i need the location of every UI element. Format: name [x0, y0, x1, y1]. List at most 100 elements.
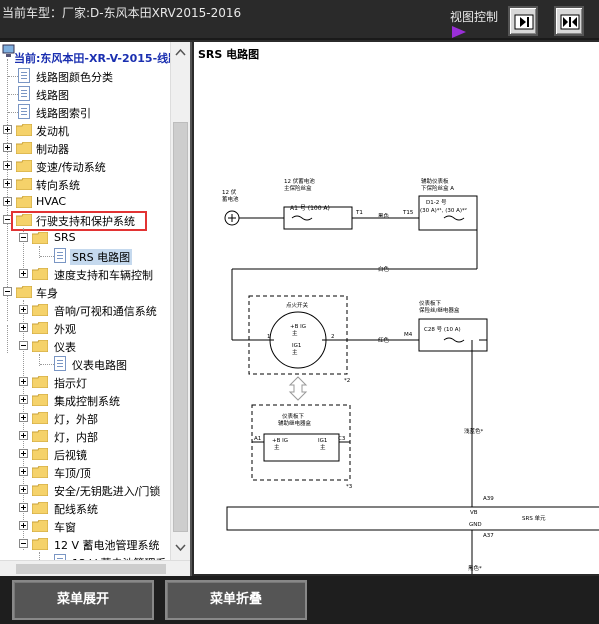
split-view-button[interactable] — [554, 6, 584, 36]
expand-icon[interactable] — [19, 503, 28, 512]
svg-text:红色: 红色 — [378, 336, 390, 344]
document-icon — [54, 356, 66, 371]
svg-text:1: 1 — [267, 334, 271, 340]
tree-item-gauge-diagram[interactable]: 仪表电路图 — [0, 355, 170, 373]
expand-right-button[interactable] — [508, 6, 538, 36]
tree-item-mirrors[interactable]: 后视镜 — [0, 445, 170, 463]
svg-text:+B IG: +B IG — [290, 324, 306, 330]
svg-text:C3: C3 — [338, 436, 346, 442]
folder-open-icon — [16, 286, 32, 298]
horizontal-scroll-thumb[interactable] — [16, 564, 166, 574]
tree-item-wiring-index[interactable]: 线路图索引 — [0, 103, 170, 121]
expand-icon[interactable] — [19, 521, 28, 530]
expand-icon[interactable] — [3, 179, 12, 188]
svg-text:A37: A37 — [483, 533, 494, 539]
collapse-icon[interactable] — [3, 287, 12, 296]
window-title: 当前车型：厂家:D-东风本田XRV2015-2016 — [2, 6, 242, 20]
svg-text:辅助继电器盒: 辅助继电器盒 — [278, 419, 312, 427]
scroll-up-button[interactable] — [172, 44, 189, 61]
tree-item-windows[interactable]: 车窗 — [0, 517, 170, 535]
svg-text:主: 主 — [274, 443, 280, 451]
tree-item-indicators[interactable]: 指示灯 — [0, 373, 170, 391]
svg-text:A1 号 (100 A): A1 号 (100 A) — [290, 205, 330, 212]
tree-item-gauges[interactable]: 仪表 — [0, 337, 170, 355]
highlight-box — [11, 211, 147, 231]
svg-text:SRS 单元: SRS 单元 — [522, 514, 546, 522]
horizontal-scrollbar[interactable] — [0, 560, 190, 576]
expand-menu-button[interactable]: 菜单展开 — [12, 580, 154, 620]
tree-item-color-category[interactable]: 线路图颜色分类 — [0, 67, 170, 85]
expand-icon[interactable] — [19, 269, 28, 278]
expand-icon[interactable] — [3, 143, 12, 152]
svg-text:黑色*: 黑色* — [468, 564, 482, 572]
folder-icon — [32, 520, 48, 532]
svg-text:主: 主 — [320, 443, 326, 451]
svg-text:12 伏蓄电池: 12 伏蓄电池 — [284, 177, 315, 185]
tree-item-integrated-control[interactable]: 集成控制系统 — [0, 391, 170, 409]
folder-icon — [32, 484, 48, 496]
tree-item-interior-lights[interactable]: 灯，内部 — [0, 427, 170, 445]
collapse-icon[interactable] — [19, 233, 28, 242]
collapse-menu-button[interactable]: 菜单折叠 — [165, 580, 307, 620]
svg-text:黑色: 黑色 — [378, 212, 390, 220]
tree-item-srs-diagram[interactable]: SRS 电路图 — [0, 247, 170, 265]
folder-icon — [16, 178, 32, 190]
svg-text:(30 A)*¹, (30 A)*²: (30 A)*¹, (30 A)*² — [420, 207, 467, 214]
expand-icon[interactable] — [19, 467, 28, 476]
expand-icon[interactable] — [19, 413, 28, 422]
scroll-thumb[interactable] — [173, 122, 188, 532]
tree-item-audio[interactable]: 音响/可视和通信系统 — [0, 301, 170, 319]
expand-icon[interactable] — [3, 161, 12, 170]
folder-icon — [16, 196, 32, 208]
tree-item-brakes[interactable]: 制动器 — [0, 139, 170, 157]
folder-icon — [32, 268, 48, 280]
vertical-scrollbar[interactable] — [170, 42, 190, 576]
tree-item-hvac[interactable]: HVAC — [0, 193, 170, 211]
tree-item-transmission[interactable]: 变速/传动系统 — [0, 157, 170, 175]
collapse-icon[interactable] — [19, 539, 28, 548]
folder-icon — [16, 142, 32, 154]
expand-icon[interactable] — [19, 485, 28, 494]
scroll-down-button[interactable] — [172, 539, 189, 556]
tree-item-speed-support[interactable]: 速度支持和车辆控制 — [0, 265, 170, 283]
tree-item-exterior-lights[interactable]: 灯，外部 — [0, 409, 170, 427]
expand-icon[interactable] — [19, 395, 28, 404]
menu-tree: 当前:东风本田-XR-V-2015-线路 线路图颜色分类 线路图 线路图索引 发… — [0, 42, 179, 576]
svg-text:主保险丝盒: 主保险丝盒 — [284, 184, 312, 192]
tree-item-body[interactable]: 车身 — [0, 283, 170, 301]
expand-icon[interactable] — [19, 431, 28, 440]
chevron-down-icon — [175, 544, 186, 552]
tree-item-exterior[interactable]: 外观 — [0, 319, 170, 337]
current-model-label: 当前:东风本田-XR-V-2015-线路 — [14, 52, 180, 65]
expand-icon[interactable] — [3, 125, 12, 134]
expand-icon[interactable] — [19, 377, 28, 386]
expand-icon[interactable] — [3, 197, 12, 206]
svg-text:A1: A1 — [254, 436, 261, 442]
tree-item-engine[interactable]: 发动机 — [0, 121, 170, 139]
tree-item-security[interactable]: 安全/无钥匙进入/门锁 — [0, 481, 170, 499]
folder-open-icon — [32, 232, 48, 244]
circuit-diagram-pane: SRS 电路图 12 伏 蓄电池 12 伏蓄电池 主保险丝盒 A1 号 (100… — [194, 42, 599, 574]
tree-item-srs[interactable]: SRS — [0, 229, 170, 247]
folder-icon — [32, 430, 48, 442]
document-icon — [54, 248, 66, 263]
svg-text:+B IG: +B IG — [272, 438, 288, 444]
svg-text:蓄电池: 蓄电池 — [222, 195, 239, 203]
bottom-toolbar: 菜单展开 菜单折叠 — [0, 576, 599, 624]
expand-icon[interactable] — [19, 323, 28, 332]
view-control-arrow-icon[interactable] — [452, 26, 466, 38]
svg-text:GND: GND — [469, 522, 482, 528]
tree-item-roof[interactable]: 车顶/顶 — [0, 463, 170, 481]
svg-text:C28 号 (10 A): C28 号 (10 A) — [424, 326, 461, 333]
expand-icon[interactable] — [19, 449, 28, 458]
tree-item-steering[interactable]: 转向系统 — [0, 175, 170, 193]
collapse-icon[interactable] — [19, 341, 28, 350]
expand-icon[interactable] — [19, 305, 28, 314]
tree-item-wiring-system[interactable]: 配线系统 — [0, 499, 170, 517]
tree-item-battery-mgmt[interactable]: 12 V 蓄电池管理系统 — [0, 535, 170, 553]
svg-text:T1: T1 — [355, 210, 363, 216]
folder-icon — [32, 304, 48, 316]
tree-item-wiring-diagram[interactable]: 线路图 — [0, 85, 170, 103]
chevron-up-icon — [175, 48, 186, 56]
svg-text:仪表板下: 仪表板下 — [282, 412, 305, 420]
